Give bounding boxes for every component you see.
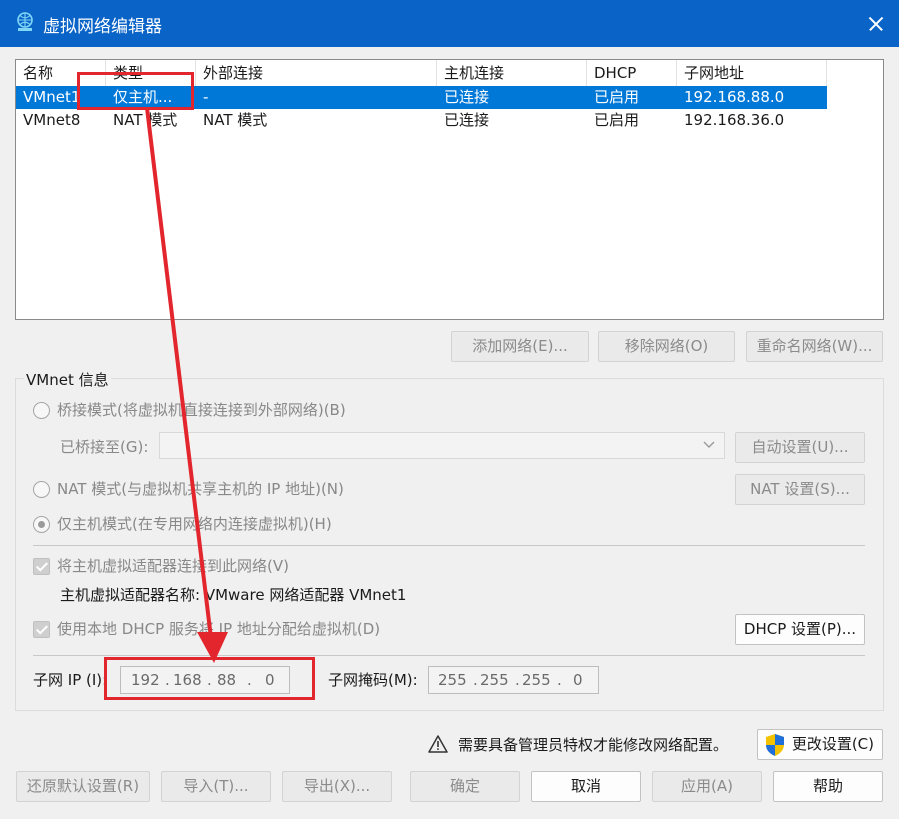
cell-type: NAT 模式 bbox=[113, 111, 178, 129]
cell-external: - bbox=[203, 88, 209, 106]
uac-shield-icon bbox=[766, 734, 784, 756]
column-header-subnet[interactable]: 子网地址 bbox=[677, 60, 827, 86]
table-row[interactable]: VMnet8 NAT 模式 NAT 模式 已连接 已启用 192.168.36.… bbox=[16, 109, 827, 132]
cell-type: 仅主机... bbox=[113, 88, 173, 106]
cancel-button[interactable]: 取消 bbox=[531, 771, 641, 802]
subnet-mask-octet-1: 255 bbox=[438, 671, 467, 689]
import-button[interactable]: 导入(T)... bbox=[161, 771, 271, 802]
subnet-ip-octet-3: 88 bbox=[217, 671, 237, 689]
column-header-dhcp[interactable]: DHCP bbox=[587, 60, 677, 86]
title-bar: 虚拟网络编辑器 bbox=[0, 0, 899, 47]
cell-host: 已连接 bbox=[444, 88, 490, 106]
window-title: 虚拟网络编辑器 bbox=[43, 17, 162, 37]
host-only-mode-radio[interactable] bbox=[33, 516, 50, 533]
connect-adapter-label: 将主机虚拟适配器连接到此网络(V) bbox=[57, 557, 289, 575]
change-settings-label: 更改设置(C) bbox=[791, 735, 874, 753]
cell-subnet: 192.168.88.0 bbox=[684, 88, 785, 106]
rename-network-button[interactable]: 重命名网络(W)... bbox=[746, 331, 883, 362]
nat-mode-label: NAT 模式(与虚拟机共享主机的 IP 地址)(N) bbox=[57, 480, 344, 498]
table-row[interactable]: VMnet1 仅主机... - 已连接 已启用 192.168.88.0 bbox=[16, 86, 827, 109]
bridge-mode-radio[interactable] bbox=[33, 402, 50, 419]
network-list[interactable]: 名称 类型 外部连接 主机连接 DHCP 子网地址 VMnet1 仅主机... … bbox=[15, 59, 884, 320]
nat-mode-radio[interactable] bbox=[33, 481, 50, 498]
chevron-down-icon bbox=[703, 441, 715, 448]
close-button[interactable] bbox=[853, 0, 899, 47]
cell-name: VMnet8 bbox=[23, 111, 81, 129]
add-network-button[interactable]: 添加网络(E)... bbox=[451, 331, 589, 362]
adapter-name-label: 主机虚拟适配器名称: VMware 网络适配器 VMnet1 bbox=[60, 586, 407, 604]
subnet-ip-field[interactable]: 192 . 168 . 88 . 0 bbox=[120, 666, 290, 694]
dhcp-label: 使用本地 DHCP 服务将 IP 地址分配给虚拟机(D) bbox=[57, 620, 381, 638]
auto-settings-button[interactable]: 自动设置(U)... bbox=[735, 432, 865, 463]
cell-host: 已连接 bbox=[444, 111, 490, 129]
divider bbox=[33, 655, 865, 656]
admin-warning-text: 需要具备管理员特权才能修改网络配置。 bbox=[458, 736, 729, 754]
host-only-mode-label: 仅主机模式(在专用网络内连接虚拟机)(H) bbox=[57, 515, 332, 533]
bridged-to-select[interactable] bbox=[159, 432, 725, 459]
vmnet-info-title: VMnet 信息 bbox=[24, 371, 111, 389]
apply-button[interactable]: 应用(A) bbox=[652, 771, 762, 802]
connect-adapter-checkbox[interactable] bbox=[33, 558, 50, 575]
dhcp-checkbox[interactable] bbox=[33, 621, 50, 638]
cell-dhcp: 已启用 bbox=[594, 111, 640, 129]
export-button[interactable]: 导出(X)... bbox=[282, 771, 392, 802]
cell-subnet: 192.168.36.0 bbox=[684, 111, 785, 129]
subnet-mask-field[interactable]: 255 . 255 . 255 . 0 bbox=[428, 666, 599, 694]
cell-dhcp: 已启用 bbox=[594, 88, 640, 106]
column-header-type[interactable]: 类型 bbox=[106, 60, 196, 86]
column-header-host[interactable]: 主机连接 bbox=[437, 60, 587, 86]
column-header-external[interactable]: 外部连接 bbox=[196, 60, 437, 86]
warning-icon bbox=[428, 735, 448, 753]
dhcp-settings-button[interactable]: DHCP 设置(P)... bbox=[735, 614, 865, 645]
list-header: 名称 类型 外部连接 主机连接 DHCP 子网地址 bbox=[16, 60, 883, 86]
ok-button[interactable]: 确定 bbox=[410, 771, 520, 802]
cell-external: NAT 模式 bbox=[203, 111, 268, 129]
bridged-to-label: 已桥接至(G): bbox=[60, 438, 149, 456]
column-header-name[interactable]: 名称 bbox=[16, 60, 106, 86]
divider bbox=[33, 545, 865, 546]
subnet-ip-octet-2: 168 bbox=[173, 671, 202, 689]
subnet-mask-octet-2: 255 bbox=[480, 671, 509, 689]
remove-network-button[interactable]: 移除网络(O) bbox=[598, 331, 735, 362]
nat-settings-button[interactable]: NAT 设置(S)... bbox=[735, 474, 865, 505]
cell-name: VMnet1 bbox=[23, 88, 81, 106]
subnet-ip-octet-4: 0 bbox=[265, 671, 275, 689]
subnet-mask-label: 子网掩码(M): bbox=[328, 671, 418, 689]
help-button[interactable]: 帮助 bbox=[773, 771, 883, 802]
restore-defaults-button[interactable]: 还原默认设置(R) bbox=[16, 771, 150, 802]
network-editor-icon bbox=[17, 12, 33, 31]
subnet-mask-octet-3: 255 bbox=[522, 671, 551, 689]
subnet-ip-label: 子网 IP (I): bbox=[33, 671, 108, 689]
subnet-mask-octet-4: 0 bbox=[573, 671, 583, 689]
bridge-mode-label: 桥接模式(将虚拟机直接连接到外部网络)(B) bbox=[57, 401, 346, 419]
subnet-ip-octet-1: 192 bbox=[131, 671, 160, 689]
